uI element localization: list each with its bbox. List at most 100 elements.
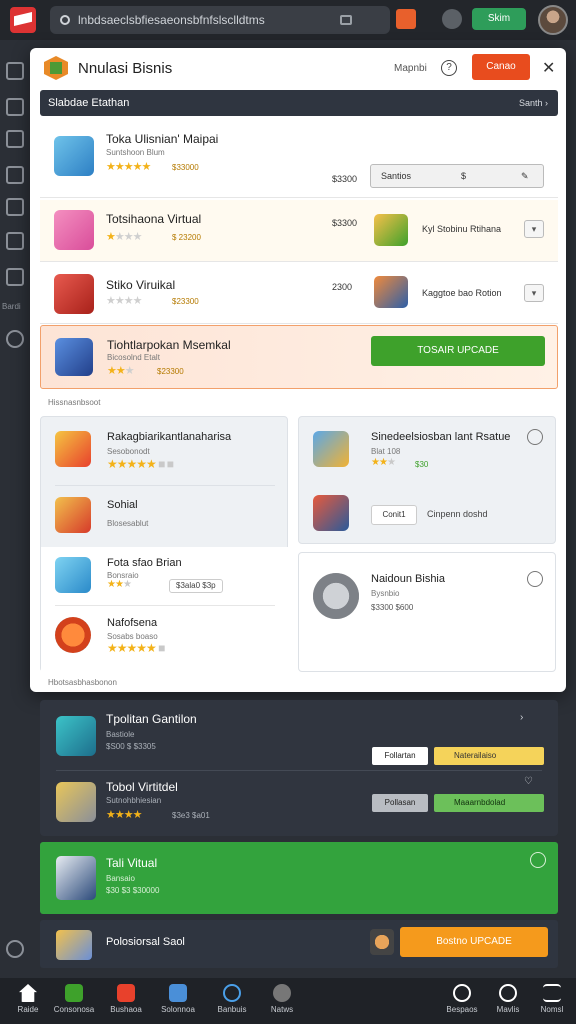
coin-icon (370, 929, 394, 955)
nav-solonnoa[interactable]: Solonnoa (150, 984, 206, 1014)
store-card[interactable]: Sinedeelsiosban lant Rsatue Blat 108 ★★★… (298, 416, 556, 544)
settings-icon[interactable] (6, 62, 24, 80)
clock-icon[interactable] (527, 571, 543, 587)
store-price: $33000 (172, 163, 199, 172)
nav-natws[interactable]: Natws (254, 984, 310, 1014)
edit-icon[interactable]: ✎ (521, 165, 529, 187)
tire-icon (55, 617, 91, 653)
refresh-icon[interactable] (6, 330, 24, 348)
wheel-icon (313, 573, 359, 619)
shop-icon (55, 557, 91, 593)
store-right-label: Kyl Stobinu Rtihana (422, 224, 502, 234)
section-right[interactable]: Santh › (519, 90, 548, 116)
dark-wide-button[interactable]: Maaarnbdolad (434, 794, 544, 812)
dark-store-panel: Tpolitan Gantilon Bastiole $S00 $ $3305 … (40, 700, 558, 836)
store-price: $ 23200 (172, 233, 201, 242)
browser-topbar: lnbdsaeclsbfiesaeonsbfnfslsclldtms Skim (0, 0, 576, 40)
clock-icon[interactable] (527, 429, 543, 445)
dark-small-button[interactable]: Pollasan (372, 794, 428, 812)
news-icon (273, 984, 291, 1002)
address-bar[interactable]: lnbdsaeclsbfiesaeonsbfnfslsclldtms (50, 6, 390, 34)
header-link[interactable]: Mapnbi (394, 63, 427, 74)
image-icon[interactable] (6, 166, 24, 184)
gift-icon (55, 497, 91, 533)
orange-upgrade-button[interactable]: Bostno UPCADE (400, 927, 548, 957)
toolbox-icon (313, 495, 349, 531)
store-row[interactable]: Toka Ulisnian' Maipai Suntshoon Blum ★★★… (40, 120, 558, 198)
account-circle-icon[interactable] (442, 9, 462, 29)
puzzle-icon[interactable] (6, 232, 24, 250)
store-right-label: Kaggtoe bao Rotion (422, 288, 502, 298)
avatar[interactable] (538, 5, 568, 35)
list-icon[interactable] (6, 268, 24, 286)
dark-wide-button[interactable]: Naterailaiso (434, 747, 544, 765)
green-item-price: $30 $3 $30000 (106, 886, 160, 895)
dark-item-name: Tobol Virtitdel (106, 780, 178, 794)
section-caption: Hissnasnbsoot (48, 398, 101, 407)
bottom-store-row[interactable]: Polosiorsal Saol Bostno UPCADE (40, 920, 558, 968)
help-icon[interactable] (6, 940, 24, 958)
store-value: $3300 (332, 218, 358, 228)
card-label: Cinpenn doshd (427, 509, 488, 519)
dark-item-price: $S00 $ $3305 (106, 742, 156, 751)
address-text: lnbdsaeclsbfiesaeonsbfnfslsclldtms (78, 13, 265, 27)
store-sub: Bicosolnd Etalt (107, 353, 160, 362)
chevron-down-icon[interactable]: ▾ (524, 284, 544, 302)
document-icon[interactable] (6, 130, 24, 148)
nav-consonosa[interactable]: Consonosa (46, 984, 102, 1014)
check-icon[interactable] (530, 852, 546, 868)
search-icon (60, 15, 70, 25)
card-price: $30 (415, 460, 429, 469)
card-price: $3300 $600 (371, 603, 414, 612)
modal-header: Nnulasi Bisnis Mapnbi ? Canao ✕ (30, 48, 566, 88)
expand-icon[interactable]: › (520, 712, 523, 723)
building-icon (169, 984, 187, 1002)
header-orange-button[interactable]: Canao (472, 54, 530, 80)
card-item-sub: Bysnbio (371, 589, 400, 598)
update-button[interactable]: TOSAIR UPCADE (371, 336, 545, 366)
sort-icon[interactable] (6, 98, 24, 116)
card-small-button[interactable]: Conit1 (371, 505, 417, 525)
heart-icon[interactable]: ♡ (524, 776, 533, 787)
card-item-name: Sohial (107, 499, 138, 511)
chevron-down-icon[interactable]: ▾ (524, 220, 544, 238)
left-rail: Bardi (0, 40, 30, 980)
nav-menu[interactable]: Nomsl (524, 984, 576, 1014)
store-row[interactable]: Totsihaona Virtual ★★★★ $ 23200 $3300 Ky… (40, 200, 558, 262)
store-price: $23300 (172, 297, 199, 306)
register-icon (56, 716, 96, 756)
store-value: $3300 (332, 174, 358, 184)
store-select[interactable]: Santios $ ✎ (370, 164, 544, 188)
dark-small-button[interactable]: Follartan (372, 747, 428, 765)
home-icon (19, 984, 37, 1002)
tabs-icon[interactable] (340, 15, 352, 25)
rating-stars: ★★★★ (106, 809, 142, 821)
store-box-icon (56, 930, 92, 960)
green-action-button[interactable]: Skim (472, 8, 526, 30)
home-icon[interactable] (6, 198, 24, 216)
close-icon[interactable]: ✕ (542, 58, 555, 78)
dark-item-sub: Bastiole (106, 730, 135, 739)
shop-icon (117, 984, 135, 1002)
card-item-name: Naidoun Bishia (371, 573, 445, 585)
rating-stars: ★★★ (371, 457, 396, 468)
card-item-sub: Sesobonodt (107, 447, 150, 456)
menu-icon (543, 984, 561, 1002)
store-name: Stiko Viruikal (106, 278, 176, 292)
store-box-icon (54, 274, 94, 314)
price-pill[interactable]: $3ala0 $3p (169, 579, 223, 593)
store-card[interactable]: Naidoun Bishia Bysnbio $3300 $600 (298, 552, 556, 672)
store-row[interactable]: Stiko Viruikal ★★★★ $23300 2300 Kaggtoe … (40, 264, 558, 324)
bottom-navigation: Raide Consonosa Bushaoa Solonnoa Banbuis… (0, 978, 576, 1024)
help-icon[interactable]: ? (441, 60, 457, 76)
highlighted-store-row[interactable]: Tiohtlarpokan Msemkal Bicosolnd Etalt ★★… (40, 325, 558, 389)
rating-stars: ★★★★ (106, 231, 142, 243)
modal-title: Nnulasi Bisnis (78, 60, 173, 77)
green-store-panel[interactable]: Tali Vitual Bansaio $30 $3 $30000 (40, 842, 558, 914)
app-logo-icon[interactable] (10, 7, 36, 33)
section-header: Slabdae Etathan Santh › (40, 90, 558, 116)
receipt-icon (56, 856, 96, 900)
nav-bushaoa[interactable]: Bushaoa (98, 984, 154, 1014)
nav-banbuis[interactable]: Banbuis (204, 984, 260, 1014)
extension-icon[interactable] (396, 9, 416, 29)
